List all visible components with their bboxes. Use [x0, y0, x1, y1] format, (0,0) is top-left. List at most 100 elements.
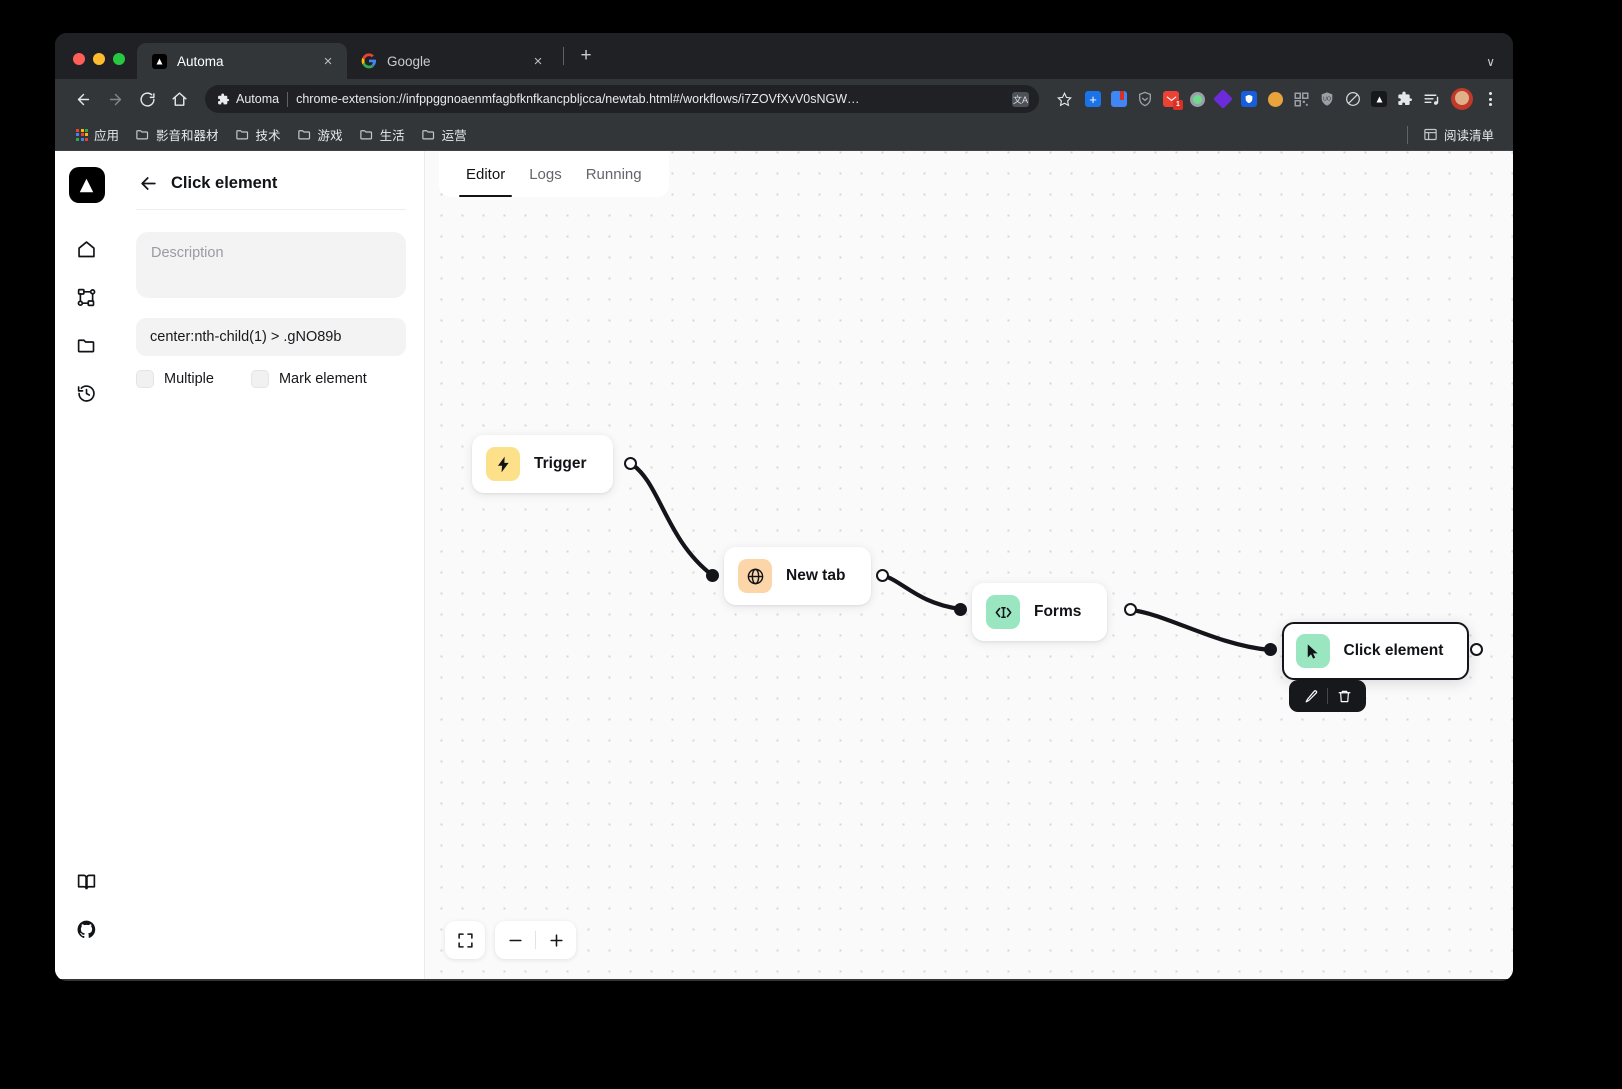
flow-node-trigger[interactable]: Trigger	[472, 435, 613, 493]
multiple-checkbox[interactable]: Multiple	[136, 370, 214, 388]
flow-graph: Trigger New tab Forms Click element	[425, 151, 1513, 979]
sidebar-item-logs[interactable]	[67, 373, 107, 413]
tab-logs[interactable]: Logs	[520, 151, 571, 197]
bookmark-folder-2[interactable]: 技术	[228, 122, 288, 147]
sidebar-item-github[interactable]	[67, 909, 107, 949]
browser-toolbar: Automa chrome-extension://infppggnoaenmf…	[55, 79, 1513, 119]
flow-node-newtab[interactable]: New tab	[724, 547, 872, 605]
bookmark-label: 运营	[441, 129, 467, 143]
extension-icon-ublock[interactable]: UO	[1315, 87, 1339, 111]
chevron-down-icon[interactable]: ∨	[1486, 55, 1495, 69]
minimize-window-button[interactable]	[93, 53, 105, 65]
tab-divider	[563, 47, 564, 65]
workflow-canvas[interactable]: Editor Logs Running Trigger New tab Form…	[425, 151, 1513, 979]
browser-window: Automa × Google × + ∨ Automa chrome-exte…	[55, 33, 1513, 981]
extension-icon-automa[interactable]	[1367, 87, 1391, 111]
fit-view-button[interactable]	[445, 921, 485, 959]
node-output-port-newtab[interactable]	[876, 569, 889, 582]
flow-node-click-element[interactable]: Click element	[1282, 622, 1469, 680]
fit-view-group	[445, 921, 485, 959]
extension-icon-cookie[interactable]	[1263, 87, 1287, 111]
browser-tab-automa[interactable]: Automa ×	[137, 43, 347, 79]
delete-node-button[interactable]	[1328, 680, 1360, 712]
tab-running[interactable]: Running	[577, 151, 651, 197]
forward-navigation-icon[interactable]	[101, 85, 129, 113]
sidebar-item-collections[interactable]	[67, 325, 107, 365]
tab-editor[interactable]: Editor	[457, 151, 514, 197]
address-bar[interactable]: Automa chrome-extension://infppggnoaenmf…	[205, 85, 1039, 113]
zoom-out-button[interactable]	[495, 921, 535, 959]
bookmark-folder-4[interactable]: 生活	[352, 122, 412, 147]
extension-icon-mail[interactable]: 1	[1159, 87, 1183, 111]
close-tab-icon[interactable]: ×	[529, 52, 547, 70]
automa-logo[interactable]	[68, 167, 105, 203]
chrome-menu-icon[interactable]	[1479, 87, 1501, 111]
browser-tab-google[interactable]: Google ×	[347, 43, 557, 79]
extension-icon-bookmark-manager[interactable]	[1107, 87, 1131, 111]
sidebar-item-workflows[interactable]	[67, 277, 107, 317]
editor-tabs: Editor Logs Running	[439, 151, 669, 197]
avatar[interactable]	[1451, 88, 1473, 110]
bookmark-label: 生活	[379, 129, 405, 143]
maximize-window-button[interactable]	[113, 53, 125, 65]
folder-icon	[136, 130, 149, 140]
back-arrow-icon[interactable]	[138, 173, 158, 193]
description-input[interactable]: Description	[136, 232, 406, 298]
flow-node-forms[interactable]: Forms	[972, 583, 1108, 641]
extensions-puzzle-icon[interactable]	[1393, 87, 1417, 111]
checkbox-box[interactable]	[250, 370, 269, 388]
home-icon	[78, 240, 95, 257]
sidebar-item-documentation[interactable]	[67, 861, 107, 901]
node-input-port-forms[interactable]	[954, 603, 967, 616]
bookmarks-divider	[1406, 125, 1408, 144]
back-navigation-icon[interactable]	[69, 85, 97, 113]
minus-icon	[508, 939, 522, 941]
node-detail-panel: Click element Description center:nth-chi…	[118, 151, 425, 979]
zoom-buttons-group	[495, 921, 576, 959]
edit-node-button[interactable]	[1295, 680, 1327, 712]
bookmark-folder-1[interactable]: 影音和器材	[128, 122, 226, 147]
flow-edges	[627, 460, 1273, 653]
new-tab-button[interactable]: +	[572, 42, 600, 70]
zoom-in-button[interactable]	[536, 921, 576, 959]
extension-origin-chip: Automa	[217, 92, 279, 106]
workflow-icon	[77, 288, 96, 306]
node-output-port-click[interactable]	[1470, 643, 1483, 656]
book-icon	[77, 874, 96, 889]
node-output-port-forms[interactable]	[1124, 603, 1137, 616]
extension-icons: + 1 UO	[1081, 87, 1443, 111]
reload-icon[interactable]	[133, 85, 161, 113]
panel-header: Click element	[136, 173, 406, 210]
node-input-port-newtab[interactable]	[706, 569, 719, 582]
lightning-bolt-icon	[486, 447, 520, 481]
extension-icon-adblock[interactable]: +	[1081, 87, 1105, 111]
extension-icon-circle[interactable]	[1185, 87, 1209, 111]
svg-text:UO: UO	[1323, 97, 1331, 103]
node-input-port-click[interactable]	[1264, 643, 1277, 656]
close-tab-icon[interactable]: ×	[319, 52, 337, 70]
bookmark-folder-3[interactable]: 游戏	[290, 122, 350, 147]
close-window-button[interactable]	[73, 53, 85, 65]
extension-icon-qr-code[interactable]	[1289, 87, 1313, 111]
node-output-port-trigger[interactable]	[624, 457, 637, 470]
media-playlist-icon[interactable]	[1419, 87, 1443, 111]
selector-options: Multiple Mark element	[136, 370, 406, 388]
mark-element-checkbox[interactable]: Mark element	[250, 370, 367, 388]
reading-list-button[interactable]: 阅读清单	[1416, 122, 1501, 147]
bookmark-folder-5[interactable]: 运营	[414, 122, 474, 147]
automa-app: Click element Description center:nth-chi…	[55, 151, 1513, 979]
selector-input[interactable]: center:nth-child(1) > .gNO89b	[136, 318, 406, 356]
extension-icon-block[interactable]	[1341, 87, 1365, 111]
home-icon[interactable]	[165, 85, 193, 113]
app-sidebar-rail	[55, 151, 118, 979]
bookmark-apps[interactable]: 应用	[69, 122, 126, 147]
extension-icon-diamond[interactable]	[1211, 87, 1235, 111]
checkbox-box[interactable]	[136, 370, 154, 388]
google-icon	[361, 53, 377, 69]
canvas-zoom-controls	[445, 921, 576, 959]
bookmark-star-icon[interactable]	[1051, 86, 1077, 112]
extension-icon-bitwarden[interactable]	[1237, 87, 1261, 111]
extension-icon-shield[interactable]	[1133, 87, 1157, 111]
translate-icon[interactable]: 文A	[1012, 91, 1029, 107]
sidebar-item-dashboard[interactable]	[67, 229, 107, 269]
